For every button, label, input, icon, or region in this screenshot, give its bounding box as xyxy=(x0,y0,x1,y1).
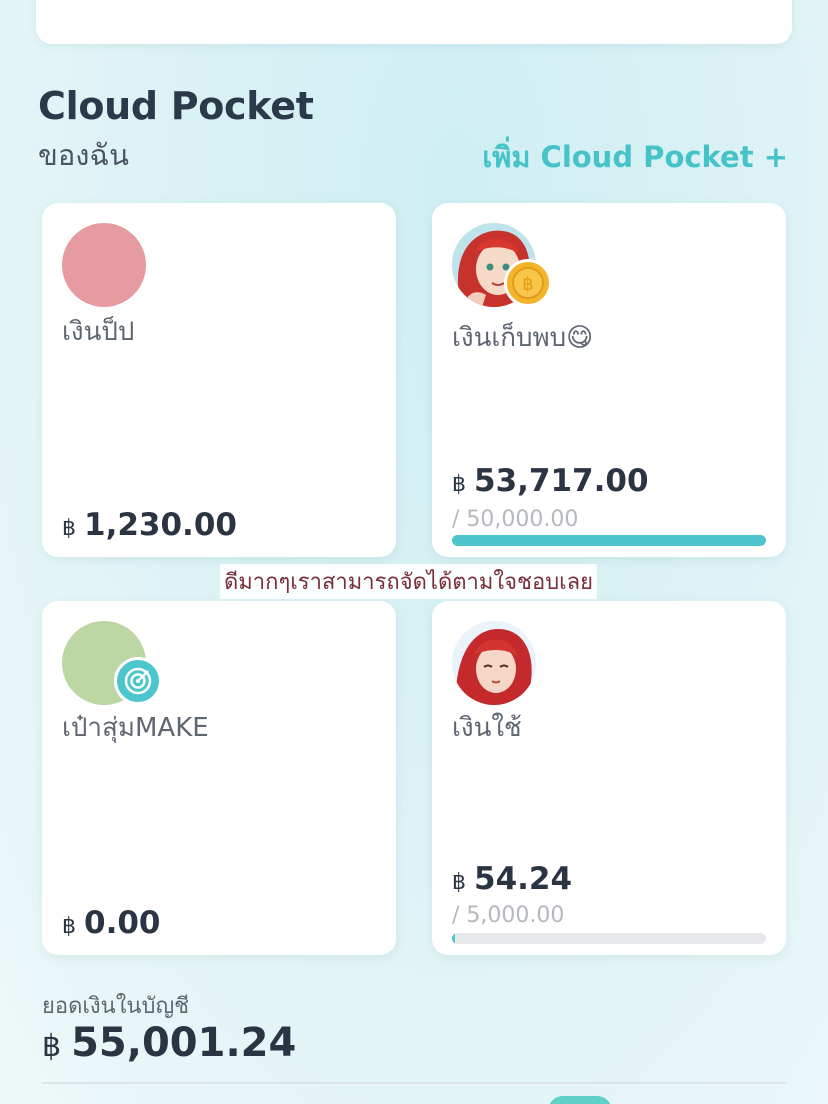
pocket-amount-value: 54.24 xyxy=(474,861,573,897)
pocket-name: เงินใช้ xyxy=(452,713,522,743)
pocket-amount: ฿ 1,230.00 xyxy=(62,507,237,543)
progress-fill xyxy=(452,933,456,944)
divider xyxy=(42,1082,786,1084)
section-title: Cloud Pocket xyxy=(38,84,314,128)
account-balance-value: 55,001.24 xyxy=(71,1020,297,1066)
pocket-amount-value: 0.00 xyxy=(84,905,161,941)
overlay-caption: ดีมากๆเราสามารถจัดได้ตามใจชอบเลย xyxy=(220,564,598,599)
pocket-amount: ฿ 54.24 xyxy=(452,861,572,897)
pocket-card-1[interactable]: เงินป็ป ฿ 1,230.00 xyxy=(42,203,396,557)
pocket-goal: / 50,000.00 xyxy=(452,507,579,532)
pocket-name: เงินป็ป xyxy=(62,317,135,347)
target-icon xyxy=(114,657,162,705)
baht-coin-icon: ฿ xyxy=(504,259,552,307)
pocket-goal: / 5,000.00 xyxy=(452,903,565,928)
svg-text:฿: ฿ xyxy=(522,274,533,295)
progress-bar xyxy=(452,535,766,546)
progress-bar xyxy=(452,933,766,944)
pocket-amount: ฿ 53,717.00 xyxy=(452,463,649,499)
add-cloud-pocket-link[interactable]: เพิ่ม Cloud Pocket + xyxy=(482,134,788,180)
pocket-amount: ฿ 0.00 xyxy=(62,905,161,941)
pocket-name: เงินเก็บพบ😋 xyxy=(452,323,594,353)
pocket-amount-value: 53,717.00 xyxy=(474,463,649,499)
previous-card[interactable] xyxy=(36,0,792,44)
currency-symbol: ฿ xyxy=(62,914,76,939)
pocket-name: เป๋าสุ่มMAKE xyxy=(62,713,209,743)
currency-symbol: ฿ xyxy=(452,870,466,895)
account-balance-label: ยอดเงินในบัญชี xyxy=(42,994,190,1019)
currency-symbol: ฿ xyxy=(452,472,466,497)
currency-symbol: ฿ xyxy=(62,516,76,541)
pocket-amount-value: 1,230.00 xyxy=(84,507,237,543)
red-hair-girl-avatar-2 xyxy=(452,621,536,705)
account-balance: ฿ 55,001.24 xyxy=(42,1020,296,1066)
pocket-avatar xyxy=(62,223,146,307)
section-subtitle: ของฉัน xyxy=(38,138,129,172)
bottom-action-button[interactable] xyxy=(548,1096,612,1104)
pocket-card-3[interactable]: เป๋าสุ่มMAKE ฿ 0.00 xyxy=(42,601,396,955)
pocket-card-4[interactable]: เงินใช้ ฿ 54.24 / 5,000.00 xyxy=(432,601,786,955)
progress-fill xyxy=(452,535,766,546)
pocket-card-2[interactable]: ฿ เงินเก็บพบ😋 ฿ 53,717.00 / 50,000.00 xyxy=(432,203,786,557)
currency-symbol: ฿ xyxy=(42,1029,62,1064)
